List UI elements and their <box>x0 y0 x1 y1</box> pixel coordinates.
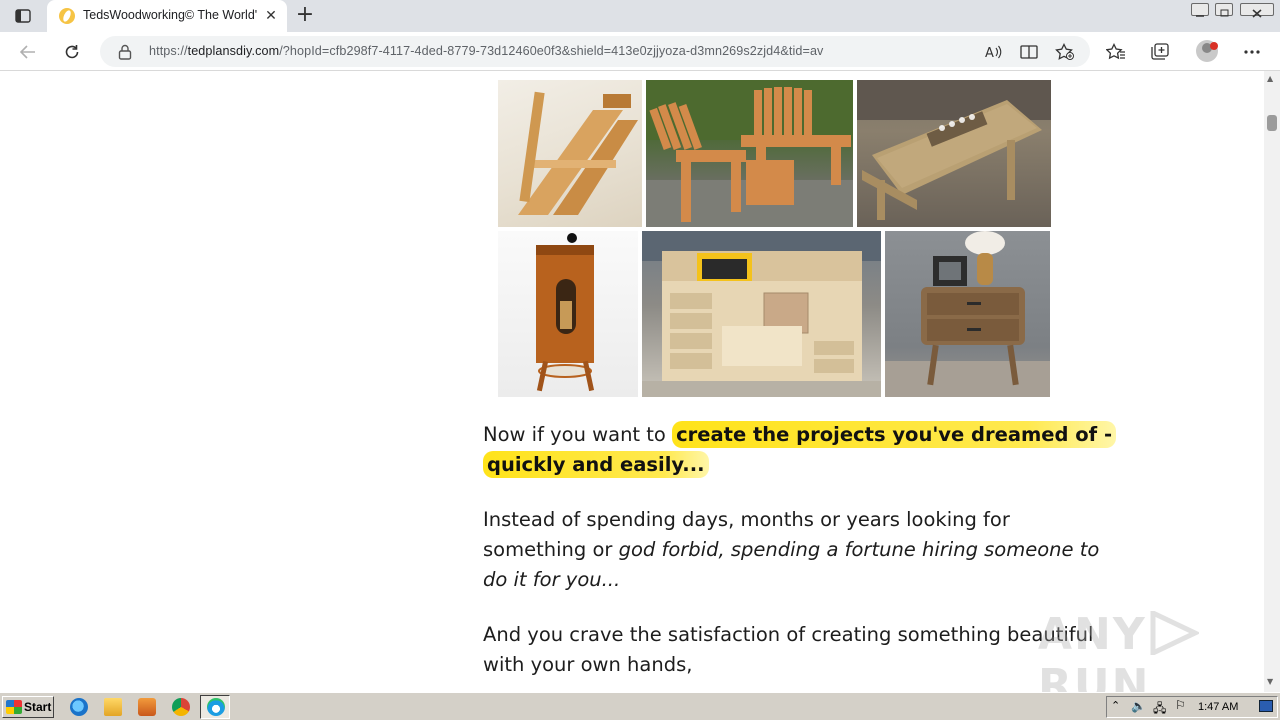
media-player-icon[interactable] <box>138 698 156 716</box>
browser-tab[interactable]: TedsWoodworking© The World's ✕ <box>47 0 287 32</box>
start-button[interactable]: Start <box>2 696 54 718</box>
browser-toolbar: https://tedplansdiy.com/?hopId=cfb298f7-… <box>0 32 1280 71</box>
sales-paragraph-1-plain: Now if you want to <box>483 423 673 446</box>
address-bar[interactable]: https://tedplansdiy.com/?hopId=cfb298f7-… <box>100 36 1090 67</box>
profile-status-badge <box>1210 42 1218 50</box>
page-scrollbar[interactable]: ▲ ▼ <box>1264 71 1280 692</box>
immersive-reader-icon[interactable] <box>1016 39 1042 65</box>
watermark-text-right: RUN <box>1038 660 1151 692</box>
tab-actions-icon[interactable] <box>8 5 38 27</box>
anyrun-watermark: ANYRUN <box>1038 609 1264 692</box>
edge-icon <box>207 698 225 716</box>
product-image-picnic-table <box>857 80 1051 227</box>
sales-paragraph-2: Instead of spending days, months or year… <box>483 505 1103 595</box>
sales-paragraph-1: Now if you want to create the projects y… <box>483 420 1123 480</box>
scrollbar-thumb[interactable] <box>1267 115 1277 131</box>
tab-title: TedsWoodworking© The World's <box>83 8 257 22</box>
tab-bar: TedsWoodworking© The World's ✕ + <box>0 0 1280 32</box>
page-viewport: Now if you want to create the projects y… <box>0 71 1264 692</box>
volume-icon[interactable]: 🔈 <box>1131 699 1146 713</box>
sales-paragraph-3: And you crave the satisfaction of creati… <box>483 623 1094 676</box>
taskbar: Start ⌃ 🔈 🖧 ⚐ 1:47 AM <box>0 692 1280 720</box>
svg-text:A: A <box>985 46 994 60</box>
show-hidden-icons-icon[interactable]: ⌃ <box>1111 699 1120 712</box>
back-icon[interactable] <box>15 39 41 65</box>
url-host: tedplansdiy.com <box>187 44 280 58</box>
product-image-chair <box>498 80 642 227</box>
taskbar-clock[interactable]: 1:47 AM <box>1198 701 1238 713</box>
favorites-icon[interactable] <box>1103 39 1129 65</box>
active-task-edge[interactable] <box>200 695 230 719</box>
system-tray: ⌃ 🔈 🖧 ⚐ <box>1106 696 1278 718</box>
scroll-up-arrow-icon[interactable]: ▲ <box>1267 74 1273 83</box>
new-tab-button[interactable]: + <box>292 4 318 28</box>
folder-icon[interactable] <box>104 698 122 716</box>
product-image-adirondack-chairs <box>646 80 853 227</box>
chrome-icon[interactable] <box>172 698 190 716</box>
add-favorite-icon[interactable] <box>1052 39 1078 65</box>
close-tab-icon[interactable]: ✕ <box>261 6 281 26</box>
watermark-text-left: ANY <box>1038 609 1147 660</box>
read-aloud-icon[interactable]: A <box>980 39 1006 65</box>
scroll-down-arrow-icon[interactable]: ▼ <box>1267 677 1273 686</box>
product-image-dispenser <box>498 231 638 397</box>
collections-icon[interactable] <box>1147 39 1173 65</box>
product-image-table-saw-workbench <box>642 231 881 397</box>
site-favicon-icon <box>59 8 75 24</box>
more-menu-icon[interactable] <box>1239 39 1265 65</box>
network-icon[interactable]: 🖧 <box>1153 699 1166 720</box>
lock-icon[interactable] <box>118 44 132 60</box>
close-window-icon[interactable] <box>1234 0 1278 18</box>
url-scheme: https:// <box>149 44 188 58</box>
internet-explorer-icon[interactable] <box>70 698 88 716</box>
action-center-flag-icon[interactable]: ⚐ <box>1175 698 1186 712</box>
watermark-play-icon <box>1150 609 1201 657</box>
windows-logo-icon <box>6 700 22 714</box>
product-image-nightstand <box>885 231 1050 397</box>
url-text[interactable]: https://tedplansdiy.com/?hopId=cfb298f7-… <box>149 44 823 58</box>
show-desktop-icon[interactable] <box>1259 700 1273 712</box>
url-path: /?hopId=cfb298f7-4117-4ded-8779-73d12460… <box>279 44 824 58</box>
start-label: Start <box>24 700 52 714</box>
refresh-icon[interactable] <box>59 39 85 65</box>
